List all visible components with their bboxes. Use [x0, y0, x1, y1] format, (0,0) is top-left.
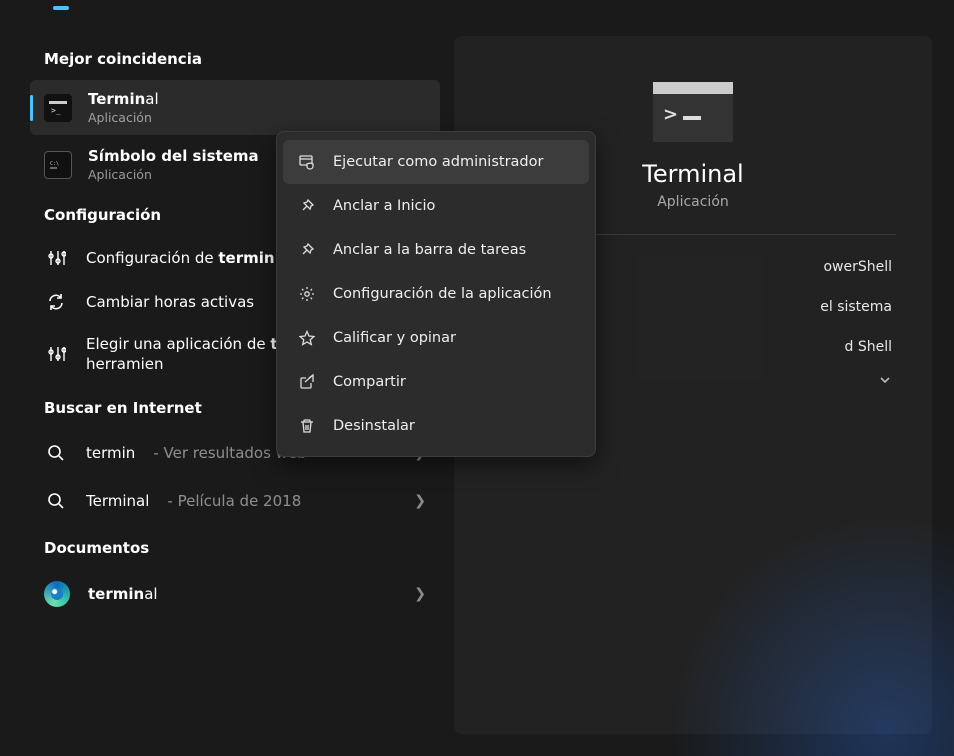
- search-icon: [44, 441, 68, 465]
- web-query: Terminal: [86, 492, 149, 510]
- web-search-terminal-movie[interactable]: Terminal - Película de 2018 ❯: [30, 477, 440, 525]
- web-query: termin: [86, 444, 135, 462]
- context-menu: Ejecutar como administrador Anclar a Ini…: [276, 131, 596, 457]
- svg-text:C:\: C:\: [50, 161, 59, 167]
- result-subtitle: Aplicación: [88, 110, 159, 125]
- ctx-pin-taskbar[interactable]: Anclar a la barra de tareas: [283, 228, 589, 272]
- document-terminal[interactable]: terminal ❯: [30, 569, 440, 619]
- result-terminal[interactable]: >_ Terminal Aplicación: [30, 80, 440, 135]
- cmd-icon: C:\: [44, 151, 72, 179]
- trash-icon: [297, 416, 317, 436]
- sync-icon: [44, 290, 68, 314]
- result-title: Símbolo del sistema: [88, 147, 259, 165]
- gear-icon: [297, 284, 317, 304]
- shield-window-icon: [297, 152, 317, 172]
- star-icon: [297, 328, 317, 348]
- ctx-label: Ejecutar como administrador: [333, 154, 543, 170]
- sliders-icon: [44, 342, 68, 366]
- search-icon: [44, 489, 68, 513]
- ctx-label: Configuración de la aplicación: [333, 286, 552, 302]
- chevron-right-icon: ❯: [414, 493, 426, 509]
- doc-title: terminal: [88, 585, 158, 603]
- ctx-label: Compartir: [333, 374, 406, 390]
- ctx-app-settings[interactable]: Configuración de la aplicación: [283, 272, 589, 316]
- section-best-match: Mejor coincidencia: [44, 50, 440, 68]
- ctx-label: Calificar y opinar: [333, 330, 456, 346]
- ctx-run-as-admin[interactable]: Ejecutar como administrador: [283, 140, 589, 184]
- terminal-hero-icon: >: [653, 82, 733, 142]
- ctx-share[interactable]: Compartir: [283, 360, 589, 404]
- share-icon: [297, 372, 317, 392]
- ctx-pin-start[interactable]: Anclar a Inicio: [283, 184, 589, 228]
- ctx-label: Anclar a Inicio: [333, 198, 435, 214]
- pin-icon: [297, 196, 317, 216]
- search-box-active-indicator: [53, 6, 69, 10]
- chevron-down-icon: [878, 373, 892, 387]
- edge-icon: [44, 581, 70, 607]
- ctx-rate-review[interactable]: Calificar y opinar: [283, 316, 589, 360]
- pin-icon: [297, 240, 317, 260]
- chevron-right-icon: ❯: [414, 586, 426, 602]
- result-title: Terminal: [88, 90, 159, 108]
- terminal-icon: >_: [44, 94, 72, 122]
- ctx-label: Desinstalar: [333, 418, 415, 434]
- result-subtitle: Aplicación: [88, 167, 259, 182]
- sliders-icon: [44, 246, 68, 270]
- svg-text:>_: >_: [51, 106, 61, 115]
- web-suffix: - Película de 2018: [167, 492, 301, 510]
- ctx-label: Anclar a la barra de tareas: [333, 242, 526, 258]
- section-documents: Documentos: [44, 539, 440, 557]
- ctx-uninstall[interactable]: Desinstalar: [283, 404, 589, 448]
